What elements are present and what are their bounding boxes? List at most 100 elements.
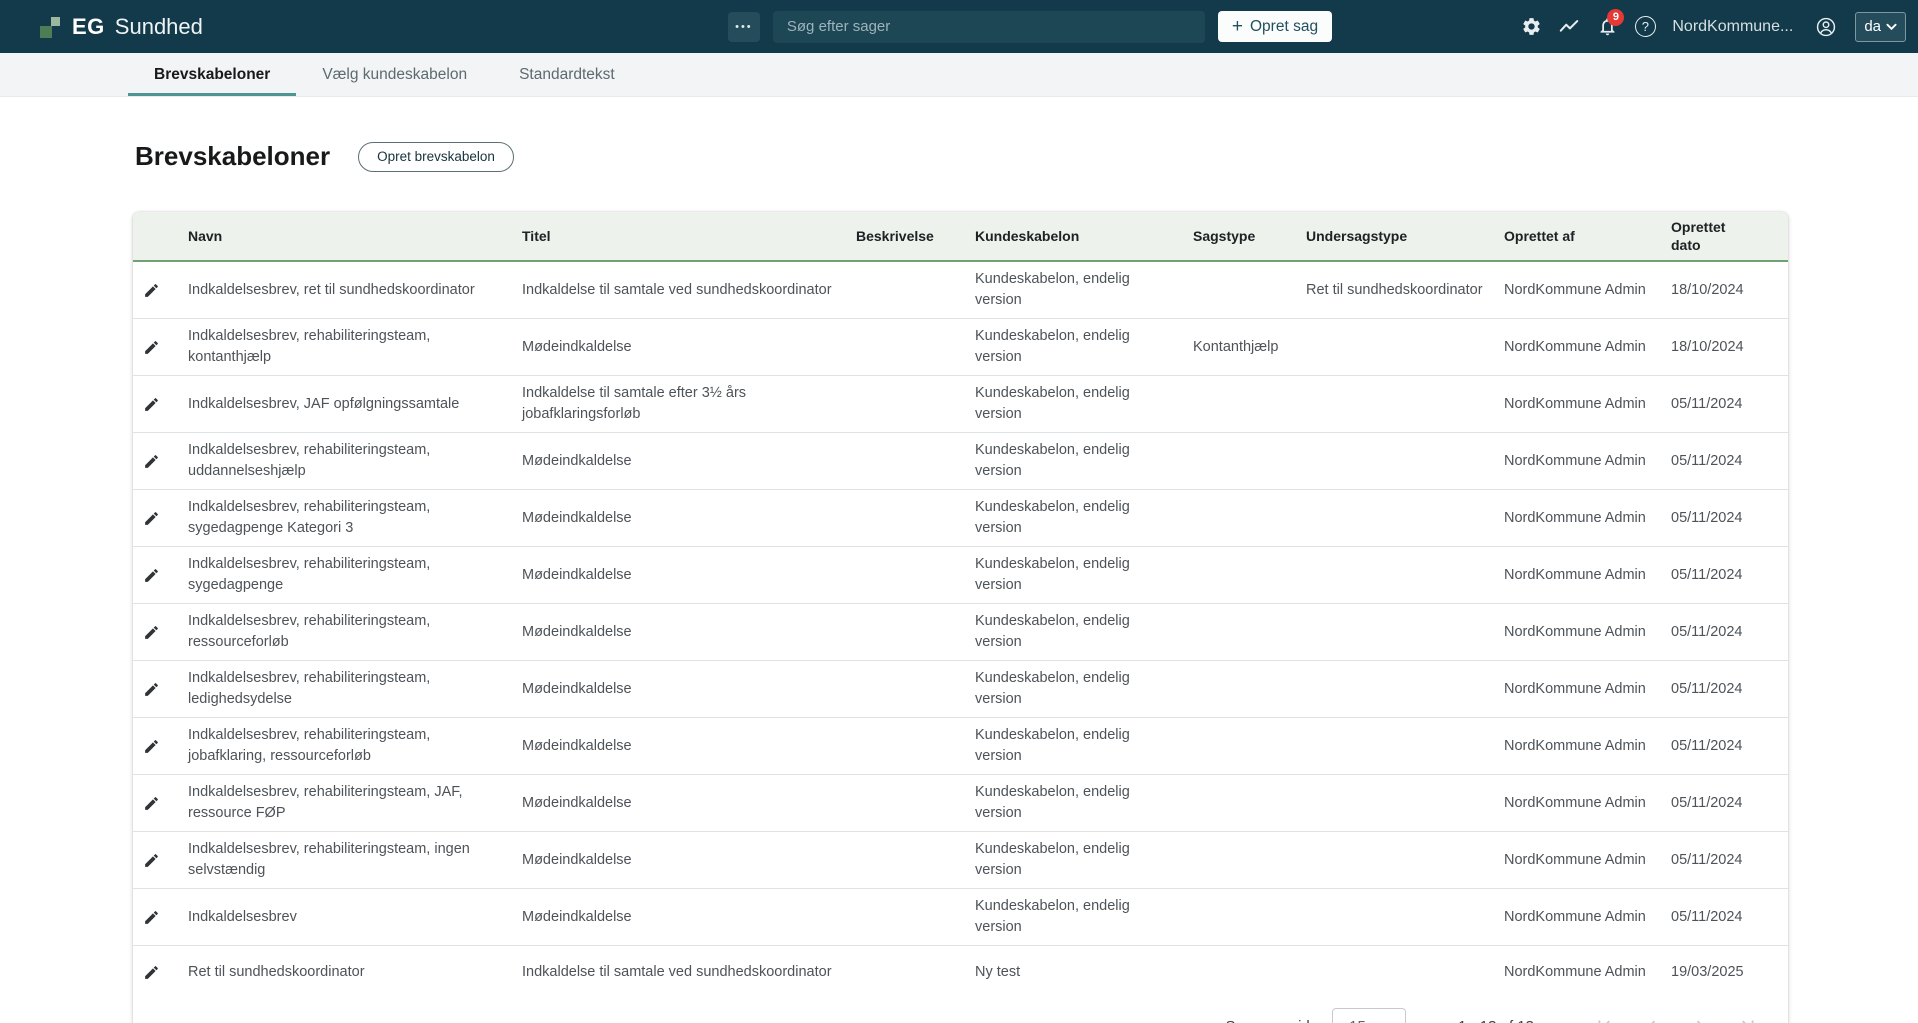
cell-navn: Indkaldelsesbrev, rehabiliteringsteam, r…	[188, 604, 522, 660]
cell-titel: Indkaldelse til samtale efter 3½ års job…	[522, 376, 856, 432]
chevron-left-icon	[1641, 1015, 1663, 1023]
edit-row-button[interactable]	[133, 262, 188, 318]
pencil-icon	[143, 282, 160, 299]
last-page-button[interactable]	[1736, 1014, 1760, 1023]
pagination-bar: Sager pr. side 15 1 - 13 af 13	[133, 998, 1788, 1023]
create-case-label: Opret sag	[1250, 18, 1318, 36]
cell-kundeskabelon: Kundeskabelon, endelig version	[975, 604, 1193, 660]
column-header-kundeskabelon: Kundeskabelon	[975, 212, 1193, 260]
cell-sagstype	[1193, 946, 1306, 998]
activity-button[interactable]	[1550, 8, 1588, 46]
tab-vaelg-kundeskabelon[interactable]: Vælg kundeskabelon	[296, 53, 493, 96]
edit-row-button[interactable]	[133, 718, 188, 774]
cell-beskrivelse	[856, 889, 975, 945]
next-page-button[interactable]	[1688, 1014, 1712, 1023]
edit-row-button[interactable]	[133, 319, 188, 375]
column-header-navn: Navn	[188, 212, 522, 260]
cell-oprettet-dato: 18/10/2024	[1671, 319, 1788, 375]
first-page-icon	[1593, 1015, 1615, 1023]
edit-row-button[interactable]	[133, 946, 188, 998]
cell-undersagstype	[1306, 775, 1504, 831]
account-button[interactable]	[1807, 8, 1845, 46]
cell-oprettet-af: NordKommune Admin	[1504, 775, 1671, 831]
edit-row-button[interactable]	[133, 661, 188, 717]
cell-sagstype	[1193, 604, 1306, 660]
pagination-range: 1 - 13 af 13	[1458, 1018, 1534, 1023]
cell-oprettet-dato: 05/11/2024	[1671, 832, 1788, 888]
cell-oprettet-af: NordKommune Admin	[1504, 946, 1671, 998]
more-options-button[interactable]: •••	[728, 12, 760, 42]
cell-undersagstype	[1306, 889, 1504, 945]
cell-sagstype	[1193, 661, 1306, 717]
pencil-icon	[143, 339, 160, 356]
cell-oprettet-dato: 18/10/2024	[1671, 262, 1788, 318]
edit-row-button[interactable]	[133, 889, 188, 945]
edit-row-button[interactable]	[133, 376, 188, 432]
cell-oprettet-dato: 05/11/2024	[1671, 433, 1788, 489]
tab-brevskabeloner[interactable]: Brevskabeloner	[128, 53, 296, 96]
table-body: Indkaldelsesbrev, ret til sundhedskoordi…	[133, 262, 1788, 998]
language-selector[interactable]: da	[1855, 12, 1906, 42]
cell-sagstype	[1193, 832, 1306, 888]
cell-navn: Indkaldelsesbrev	[188, 889, 522, 945]
cell-beskrivelse	[856, 490, 975, 546]
cell-undersagstype	[1306, 319, 1504, 375]
cell-kundeskabelon: Kundeskabelon, endelig version	[975, 547, 1193, 603]
table-row: Indkaldelsesbrev, rehabiliteringsteam, s…	[133, 547, 1788, 604]
cell-beskrivelse	[856, 262, 975, 318]
cell-sagstype	[1193, 490, 1306, 546]
table-header-row: Navn Titel Beskrivelse Kundeskabelon Sag…	[133, 212, 1788, 262]
pencil-icon	[143, 624, 160, 641]
cell-beskrivelse	[856, 547, 975, 603]
cell-navn: Indkaldelsesbrev, rehabiliteringsteam, J…	[188, 775, 522, 831]
create-case-button[interactable]: + Opret sag	[1218, 11, 1332, 42]
table-row: Indkaldelsesbrev, rehabiliteringsteam, i…	[133, 832, 1788, 889]
cell-oprettet-dato: 05/11/2024	[1671, 604, 1788, 660]
cell-titel: Mødeindkaldelse	[522, 604, 856, 660]
cell-titel: Mødeindkaldelse	[522, 433, 856, 489]
tab-standardtekst[interactable]: Standardtekst	[493, 53, 641, 96]
edit-row-button[interactable]	[133, 433, 188, 489]
edit-row-button[interactable]	[133, 832, 188, 888]
cell-sagstype	[1193, 262, 1306, 318]
cell-oprettet-dato: 19/03/2025	[1671, 946, 1788, 998]
per-page-select[interactable]: 15	[1332, 1008, 1406, 1023]
table-row: Indkaldelsesbrev, rehabiliteringsteam, r…	[133, 604, 1788, 661]
cell-sagstype	[1193, 376, 1306, 432]
table-row: Indkaldelsesbrev, rehabiliteringsteam, j…	[133, 718, 1788, 775]
previous-page-button[interactable]	[1640, 1014, 1664, 1023]
edit-row-button[interactable]	[133, 490, 188, 546]
cell-beskrivelse	[856, 661, 975, 717]
search-input[interactable]	[773, 18, 1205, 35]
cell-kundeskabelon: Kundeskabelon, endelig version	[975, 262, 1193, 318]
cell-navn: Indkaldelsesbrev, rehabiliteringsteam, l…	[188, 661, 522, 717]
notifications-button[interactable]: 9	[1588, 8, 1626, 46]
create-template-button[interactable]: Opret brevskabelon	[358, 142, 514, 172]
cell-oprettet-af: NordKommune Admin	[1504, 376, 1671, 432]
cell-navn: Indkaldelsesbrev, rehabiliteringsteam, k…	[188, 319, 522, 375]
per-page-label: Sager pr. side	[1226, 1018, 1319, 1023]
settings-button[interactable]	[1512, 8, 1550, 46]
cell-undersagstype	[1306, 946, 1504, 998]
last-page-icon	[1737, 1015, 1759, 1023]
ellipsis-icon: •••	[735, 21, 753, 33]
organization-name[interactable]: NordKommune...	[1672, 18, 1793, 36]
table-row: Indkaldelsesbrev Mødeindkaldelse Kundesk…	[133, 889, 1788, 946]
first-page-button[interactable]	[1592, 1014, 1616, 1023]
edit-row-button[interactable]	[133, 547, 188, 603]
cell-titel: Mødeindkaldelse	[522, 889, 856, 945]
plus-icon: +	[1232, 17, 1243, 36]
app-logo[interactable]: EG Sundhed	[40, 14, 203, 40]
cell-undersagstype	[1306, 490, 1504, 546]
cell-kundeskabelon: Kundeskabelon, endelig version	[975, 433, 1193, 489]
cell-oprettet-af: NordKommune Admin	[1504, 604, 1671, 660]
trending-icon	[1558, 16, 1580, 38]
cell-undersagstype	[1306, 661, 1504, 717]
edit-row-button[interactable]	[133, 604, 188, 660]
edit-row-button[interactable]	[133, 775, 188, 831]
cell-oprettet-af: NordKommune Admin	[1504, 490, 1671, 546]
cell-undersagstype	[1306, 433, 1504, 489]
cell-beskrivelse	[856, 946, 975, 998]
cell-titel: Mødeindkaldelse	[522, 661, 856, 717]
help-button[interactable]: ?	[1626, 8, 1664, 46]
